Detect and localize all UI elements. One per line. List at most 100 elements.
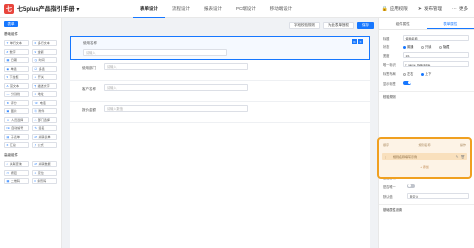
rule-row[interactable]: ⋮ 规则名称填写示例 ✎ 🗑	[382, 153, 467, 160]
default-value-select[interactable]: 自定义	[407, 192, 469, 199]
form-field-dept[interactable]: 使用部门 请输入	[70, 60, 370, 81]
component-icon: ⌂	[34, 117, 37, 122]
component-item[interactable]: ⌕ 关联查询	[4, 161, 29, 167]
component-item[interactable]: ⌖ 定位	[32, 169, 57, 176]
field-input[interactable]: 请输入	[104, 84, 248, 91]
tab-component-props[interactable]: 组件属性	[379, 18, 427, 29]
rules-table-header: 顺序 规则名称 操作	[383, 143, 466, 147]
status-option-readonly[interactable]: 只读	[421, 44, 431, 49]
component-label: 描述文字	[37, 83, 50, 88]
component-icon: ★	[6, 100, 10, 105]
component-item[interactable]: ★ 评分	[4, 99, 29, 106]
component-icon: ▤	[6, 134, 10, 139]
component-item[interactable]: ☺ 人员选择	[4, 116, 29, 123]
component-item[interactable]: ⇄ 关联数据	[32, 161, 57, 167]
component-item[interactable]: ☑ 多选	[32, 65, 57, 72]
component-item[interactable]: ¶ 描述文字	[32, 82, 57, 89]
trash-icon[interactable]: 🗑	[461, 155, 465, 159]
component-item[interactable]: ◉ 单选	[4, 65, 29, 72]
component-label: 部门选择	[37, 117, 50, 122]
save-button[interactable]: 保存	[357, 21, 374, 29]
component-item[interactable]: ◷ 时间	[32, 57, 57, 63]
field-validation-button[interactable]: 字段校验规则	[289, 21, 320, 29]
id-input[interactable]: f_name_8a9c2d4e	[403, 60, 469, 67]
form-field-amount[interactable]: 报价金额 请输入数值	[70, 102, 370, 123]
component-item[interactable]: ▣ 图片	[4, 108, 29, 114]
component-item[interactable]: ⇄ 关联表单	[32, 133, 57, 140]
component-item[interactable]: ‖ 条形码	[32, 178, 57, 184]
component-icon: ▾	[6, 75, 9, 79]
component-item[interactable]: Σ 汇总	[4, 142, 29, 148]
component-item[interactable]: ▭ 按钮	[4, 169, 29, 176]
app-permission-button[interactable]: 🔒 应用权限	[382, 6, 408, 12]
drag-handle-icon[interactable]: ⋮	[384, 155, 387, 159]
tab-flow-design[interactable]: 流程设计	[165, 0, 197, 18]
field-input[interactable]: 请输入	[104, 63, 248, 70]
chevron-down-icon[interactable]: ▾	[76, 7, 79, 13]
component-item[interactable]: ▦ 日期	[4, 57, 29, 63]
component-label: 关联表单	[38, 134, 51, 139]
layout-option-lr[interactable]: 左右	[403, 71, 413, 76]
tab-pc-design[interactable]: PC端设计	[229, 0, 263, 18]
component-item[interactable]: ⎘ 附件	[32, 108, 57, 114]
app-title[interactable]: 七5plus产品指引手册 ▾	[17, 4, 97, 13]
component-label: 单选	[10, 66, 17, 71]
component-item[interactable]: ✎ 签名	[32, 125, 57, 131]
component-item[interactable]: ▾ 下拉框	[4, 74, 29, 80]
component-icon: ▭	[6, 170, 10, 175]
component-item[interactable]: T 单行文本	[4, 40, 29, 46]
component-label: 单行文本	[9, 41, 22, 45]
tab-mobile-design[interactable]: 移动端设计	[263, 0, 300, 18]
component-item[interactable]: ≡ 多行文本	[32, 40, 57, 46]
component-icon: ◷	[34, 58, 38, 62]
delete-icon[interactable]: ✕	[358, 39, 363, 44]
component-item[interactable]: ⌂ 部门选择	[32, 116, 57, 123]
tab-form-props[interactable]: 表单属性	[426, 18, 474, 29]
unique-toggle[interactable]	[407, 183, 415, 188]
status-option-hidden[interactable]: 隐藏	[439, 44, 449, 49]
edit-icon[interactable]: ✎	[456, 155, 459, 159]
component-item[interactable]: ▦ 二维码	[4, 178, 29, 184]
authorize-form-button[interactable]: 为此表单授权	[323, 21, 354, 29]
add-rule-button[interactable]: + 添加	[379, 165, 470, 169]
layout-option-tb[interactable]: 上下	[421, 71, 431, 76]
component-item[interactable]: ⌖ 地址	[32, 91, 57, 97]
lower-section-title: 基础属性设置	[383, 208, 403, 212]
send-icon: ➤	[417, 6, 422, 12]
col-action: 操作	[459, 143, 466, 147]
field-input[interactable]: 请输入数值	[104, 105, 248, 112]
component-item[interactable]: № 自动编号	[4, 125, 29, 131]
width-select[interactable]: 1/1	[403, 51, 469, 58]
component-item[interactable]: ¥ 金额	[32, 48, 57, 55]
title-input[interactable]: 使用名称	[403, 34, 469, 41]
component-icon: Σ	[6, 143, 9, 147]
status-label: 状态	[383, 45, 390, 49]
col-order: 顺序	[383, 143, 390, 147]
component-icon: ⇄	[34, 134, 38, 139]
app-logo: 七	[4, 3, 14, 14]
status-option-normal[interactable]: 普通	[403, 44, 413, 49]
component-item[interactable]: ƒ 公式	[32, 142, 57, 148]
field-input[interactable]: 请输入	[83, 49, 227, 56]
component-sidebar: 表单 基础组件 T 单行文本 ≡ 多行文本 # 数字 ¥ 金额 ▦ 日期 ◷ 时间 ◉ 单选 ☑ 多选 ▾ 下拉框…	[0, 18, 62, 248]
form-field-name[interactable]: 使用名称 请输入 ⧉ ✕	[70, 36, 370, 60]
sidebar-tab-form[interactable]: 表单	[4, 21, 18, 27]
component-item[interactable]: A 富文本	[4, 82, 29, 89]
property-panel: 组件属性 表单属性 标题 使用名称 状态 普通 只读 隐藏 宽度 1/1 唯一标…	[378, 18, 474, 248]
tab-form-design[interactable]: 表单设计	[133, 0, 165, 18]
component-item[interactable]: ☏ 电话	[32, 99, 57, 106]
tab-report-design[interactable]: 报表设计	[197, 0, 229, 18]
form-field-customer[interactable]: 客户名称 请输入	[70, 81, 370, 102]
publish-manage-button[interactable]: ➤ 发布管理	[418, 6, 442, 12]
component-item[interactable]: # 数字	[4, 48, 29, 55]
component-item[interactable]: ◐ 开关	[32, 74, 57, 80]
copy-icon[interactable]: ⧉	[352, 39, 357, 44]
form-canvas[interactable]: 使用名称 请输入 ⧉ ✕ 使用部门 请输入 客户名称 请输入 报价金额 请输入数…	[70, 36, 370, 248]
radio-icon	[403, 45, 406, 49]
component-item[interactable]: — 分割线	[4, 91, 29, 97]
show-label-toggle[interactable]	[403, 80, 411, 85]
design-tabs: 表单设计 流程设计 报表设计 PC端设计 移动端设计	[133, 0, 299, 18]
app-title-text: 七5plus产品指引手册	[17, 7, 75, 13]
component-item[interactable]: ▤ 子表单	[4, 133, 29, 140]
more-button[interactable]: ⋯ 更多	[452, 6, 468, 12]
